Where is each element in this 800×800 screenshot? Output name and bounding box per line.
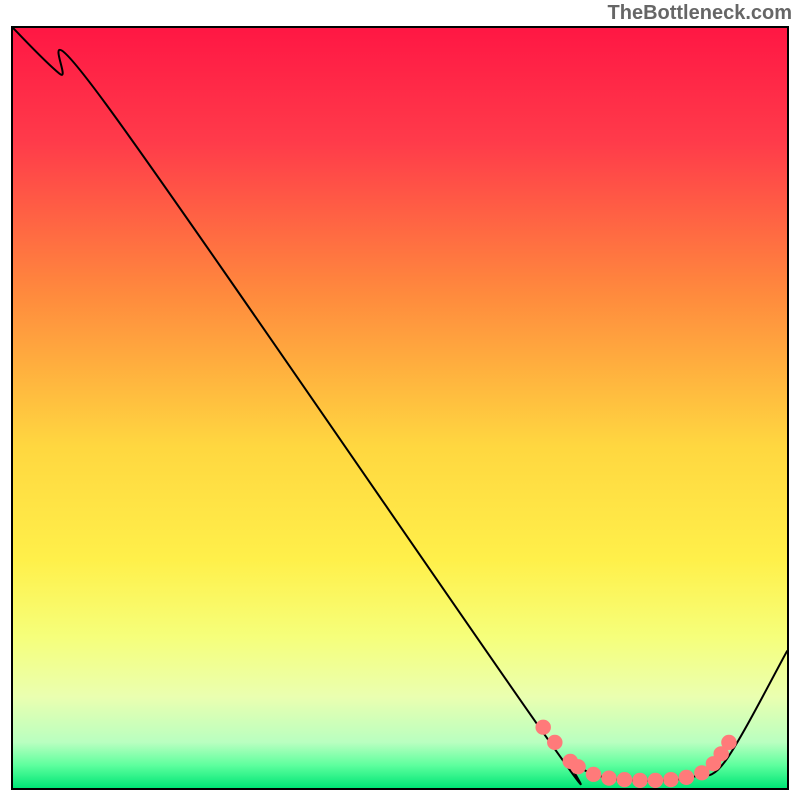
marker-dot — [679, 770, 694, 785]
marker-dot — [648, 773, 663, 788]
bottleneck-curve — [13, 28, 787, 784]
marker-dot — [547, 735, 562, 750]
marker-dot — [586, 767, 601, 782]
marker-dot — [570, 759, 585, 774]
marker-dot — [535, 720, 550, 735]
watermark-text: TheBottleneck.com — [608, 2, 792, 25]
marker-dot — [663, 772, 678, 787]
marker-dot — [617, 772, 632, 787]
marker-dot — [721, 735, 736, 750]
chart-frame — [11, 26, 789, 790]
chart-svg — [13, 28, 787, 788]
marker-dot — [601, 771, 616, 786]
chart-container: TheBottleneck.com — [0, 0, 800, 800]
marker-dot — [632, 773, 647, 788]
highlight-markers — [535, 720, 736, 788]
